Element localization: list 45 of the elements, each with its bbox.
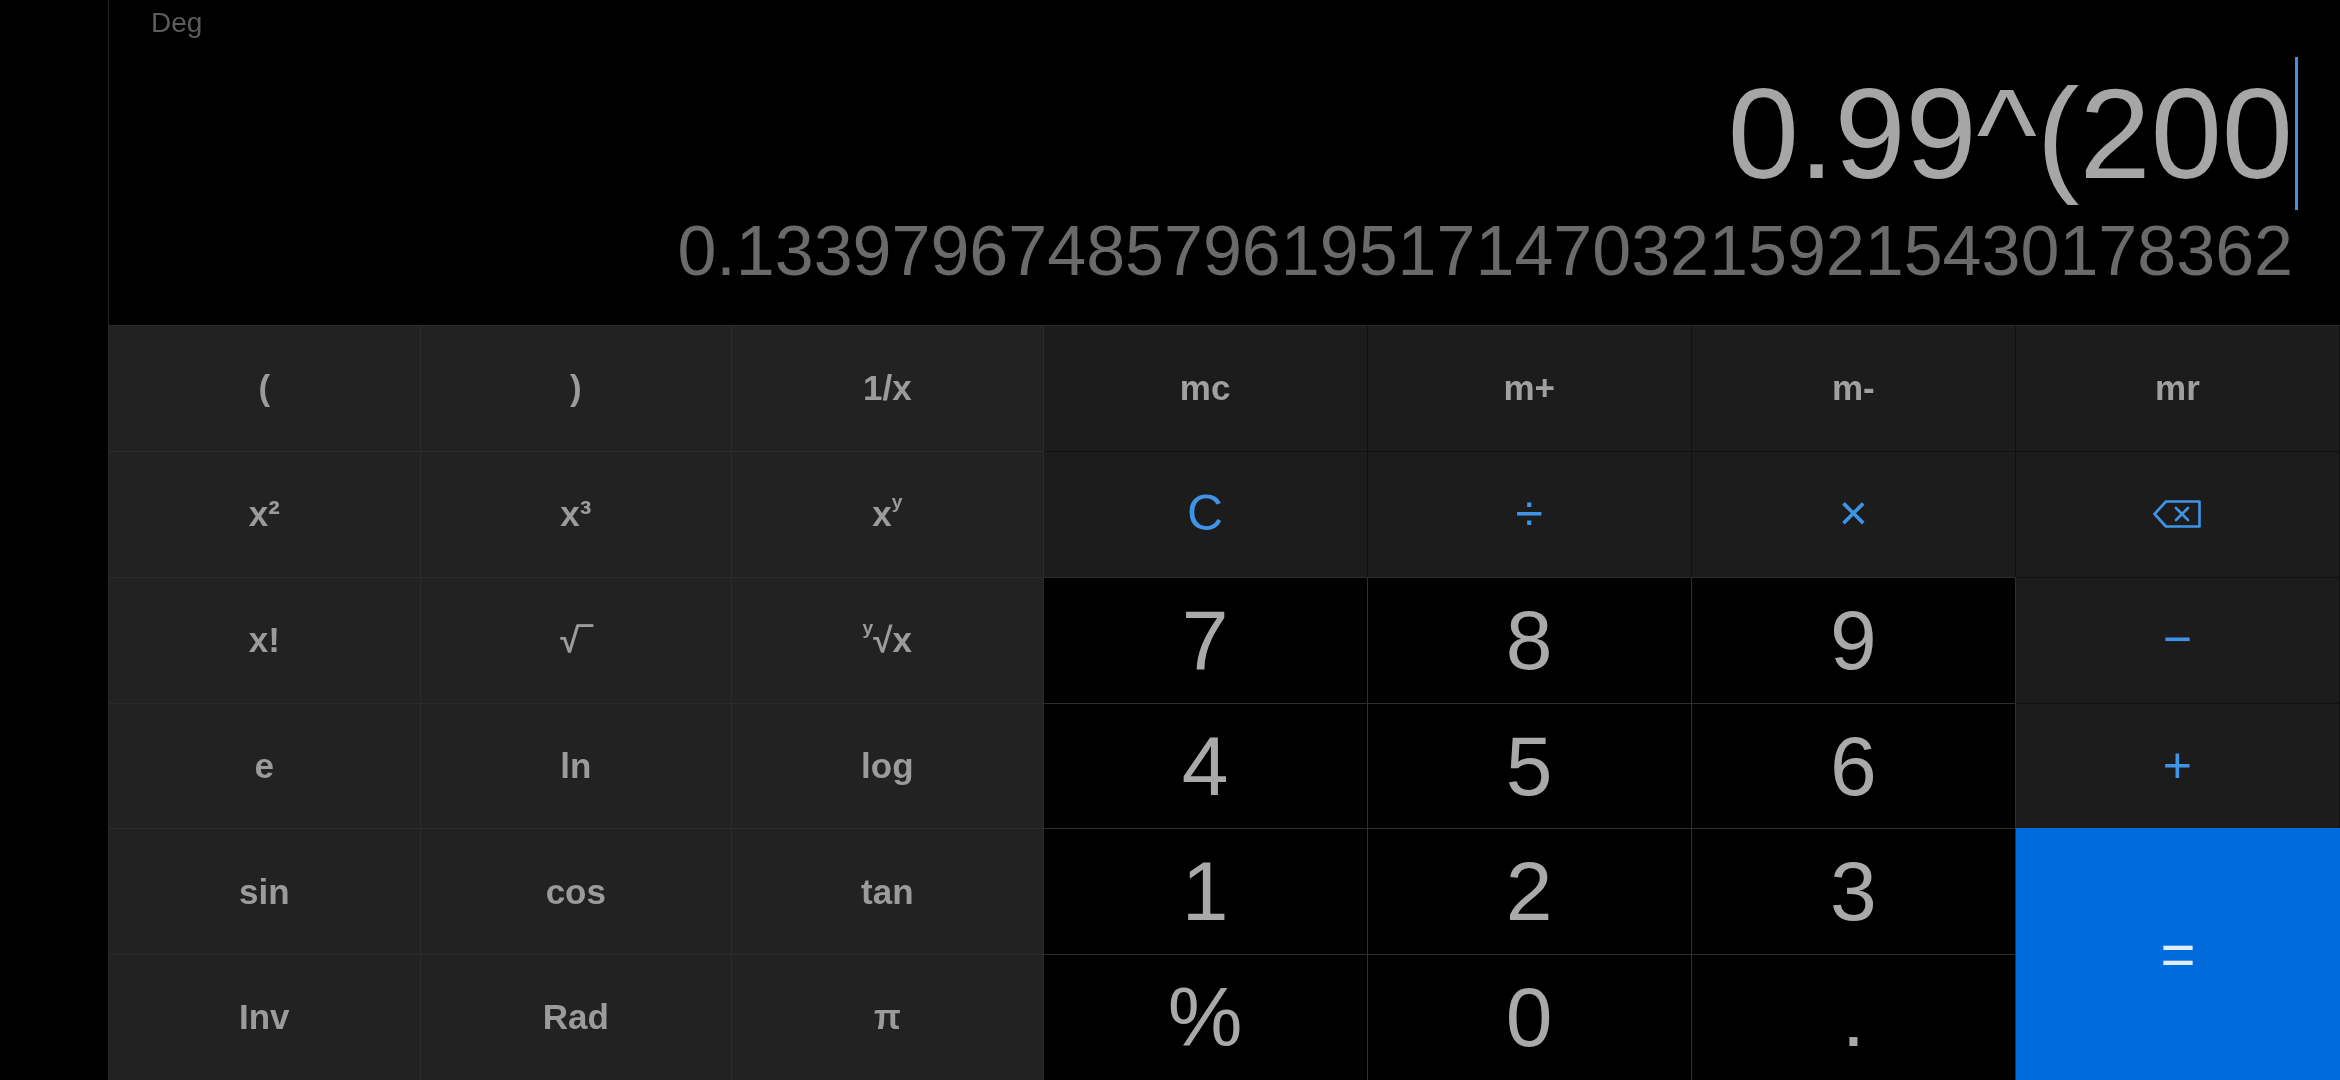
- digit-key[interactable]: 7: [1043, 576, 1368, 703]
- backspace-key[interactable]: [2015, 450, 2340, 577]
- function-key[interactable]: e: [109, 702, 421, 829]
- function-key[interactable]: x²: [109, 450, 421, 577]
- digit-key[interactable]: 5: [1367, 702, 1692, 829]
- function-key[interactable]: x$^{y}$: [732, 450, 1044, 577]
- angle-mode-label: Deg: [151, 8, 203, 39]
- digit-key[interactable]: 2: [1367, 828, 1692, 955]
- function-key[interactable]: $^{y}$√x: [732, 576, 1044, 703]
- function-key[interactable]: (: [109, 325, 421, 451]
- digit-key[interactable]: 9: [1691, 576, 2016, 703]
- function-key[interactable]: log: [732, 702, 1044, 829]
- clear-key[interactable]: C: [1043, 450, 1368, 577]
- function-key[interactable]: ): [420, 325, 733, 451]
- backspace-icon: [2153, 500, 2202, 529]
- result-text: 0.1339796748579619517147032159215430178362: [677, 211, 2293, 292]
- digit-key[interactable]: 1: [1043, 828, 1368, 955]
- memory-key[interactable]: m+: [1367, 325, 1692, 451]
- function-key[interactable]: ln: [420, 702, 733, 829]
- digit-key[interactable]: 0: [1367, 954, 1692, 1080]
- percent-key[interactable]: %: [1043, 954, 1368, 1080]
- function-key[interactable]: cos: [420, 828, 733, 955]
- memory-key[interactable]: m-: [1691, 325, 2016, 451]
- memory-key[interactable]: mc: [1043, 325, 1368, 451]
- function-key[interactable]: Inv: [109, 954, 421, 1080]
- operator-key[interactable]: +: [2015, 702, 2340, 829]
- operator-key[interactable]: −: [2015, 576, 2340, 703]
- function-key[interactable]: sin: [109, 828, 421, 955]
- equals-key[interactable]: =: [2015, 828, 2340, 1080]
- function-key[interactable]: π: [732, 954, 1044, 1080]
- function-key[interactable]: tan: [732, 828, 1044, 955]
- digit-key[interactable]: 8: [1367, 576, 1692, 703]
- function-key[interactable]: x!: [109, 576, 421, 703]
- function-key[interactable]: 1/x: [732, 325, 1044, 451]
- decimal-point-key[interactable]: .: [1691, 954, 2016, 1080]
- function-key[interactable]: √‾: [420, 576, 733, 703]
- expression-field[interactable]: 0.99^(200: [1727, 56, 2298, 211]
- digit-key[interactable]: 6: [1691, 702, 2016, 829]
- digit-key[interactable]: 3: [1691, 828, 2016, 955]
- operator-key[interactable]: ÷: [1367, 450, 1692, 577]
- function-key[interactable]: x³: [420, 450, 733, 577]
- memory-key[interactable]: mr: [2015, 325, 2340, 451]
- function-key[interactable]: Rad: [420, 954, 733, 1080]
- operator-key[interactable]: ×: [1691, 450, 2016, 577]
- digit-key[interactable]: 4: [1043, 702, 1368, 829]
